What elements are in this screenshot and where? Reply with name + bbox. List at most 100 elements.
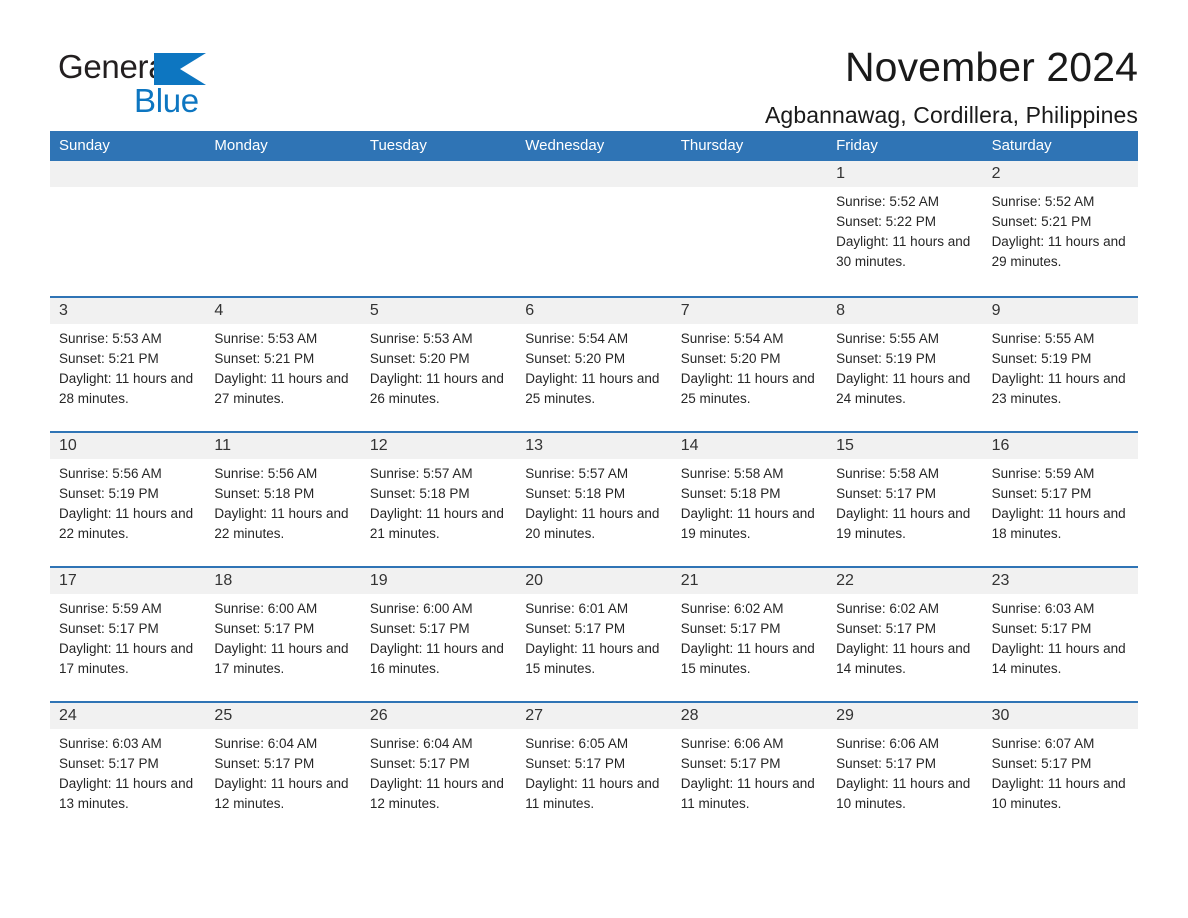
day-number	[516, 161, 672, 187]
calendar-day-cell[interactable]: 19 Sunrise: 6:00 AM Sunset: 5:17 PM Dayligh…	[360, 568, 517, 701]
day-sun-info: Sunrise: 6:03 AM Sunset: 5:17 PM Daylight:…	[992, 599, 1129, 679]
calendar-day-cell[interactable]: 12 Sunrise: 5:57 AM Sunset: 5:18 PM Dayligh…	[360, 433, 517, 566]
calendar-day-cell[interactable]: 26 Sunrise: 6:04 AM Sunset: 5:17 PM Dayligh…	[360, 703, 517, 836]
sunset-text: Sunset: 5:20 PM	[680, 351, 781, 366]
daylight-text: Daylight: 11 hours and 18 minutes.	[991, 506, 1126, 541]
sunset-text: Sunset: 5:17 PM	[836, 486, 936, 501]
calendar-day-cell[interactable]: 22 Sunrise: 6:02 AM Sunset: 5:17 PM Dayligh…	[827, 568, 983, 701]
sunrise-text: Sunrise: 5:53 AM	[214, 331, 318, 346]
day-sun-info: Sunrise: 5:59 AM Sunset: 5:17 PM Daylight:…	[59, 599, 196, 679]
day-sun-info: Sunrise: 5:59 AM Sunset: 5:17 PM Daylight:…	[992, 464, 1129, 544]
calendar-day-cell[interactable]: 23 Sunrise: 6:03 AM Sunset: 5:17 PM Dayligh…	[982, 568, 1138, 701]
sunrise-text: Sunrise: 6:03 AM	[59, 736, 162, 751]
daylight-text: Daylight: 11 hours and 30 minutes.	[836, 234, 971, 269]
day-number: 22	[827, 568, 983, 594]
day-sun-info: Sunrise: 6:05 AM Sunset: 5:17 PM Daylight:…	[525, 734, 662, 814]
daylight-text: Daylight: 11 hours and 25 minutes.	[525, 371, 660, 406]
weekday-header-wednesday: Wednesday	[525, 137, 605, 154]
daylight-text: Daylight: 11 hours and 14 minutes.	[991, 641, 1126, 676]
calendar-day-cell[interactable]: 6 Sunrise: 5:54 AM Sunset: 5:20 PM Daylight…	[516, 298, 672, 431]
day-sun-info: Sunrise: 5:56 AM Sunset: 5:19 PM Daylight:…	[59, 464, 196, 544]
daylight-text: Daylight: 11 hours and 19 minutes.	[680, 506, 815, 541]
calendar-day-cell-empty	[50, 161, 206, 296]
day-number	[360, 161, 517, 187]
sunset-text: Sunset: 5:22 PM	[836, 214, 936, 229]
day-number	[671, 161, 828, 187]
calendar-day-cell[interactable]: 18 Sunrise: 6:00 AM Sunset: 5:17 PM Dayligh…	[205, 568, 361, 701]
day-sun-info: Sunrise: 5:53 AM Sunset: 5:21 PM Daylight:…	[214, 329, 351, 409]
sunset-text: Sunset: 5:17 PM	[836, 756, 936, 771]
day-sun-info: Sunrise: 6:06 AM Sunset: 5:17 PM Daylight:…	[836, 734, 973, 814]
calendar-day-cell[interactable]: 5 Sunrise: 5:53 AM Sunset: 5:20 PM Daylight…	[360, 298, 517, 431]
calendar-week-row: 24 Sunrise: 6:03 AM Sunset: 5:17 PM Dayligh…	[50, 701, 1138, 836]
sunset-text: Sunset: 5:19 PM	[59, 486, 159, 501]
calendar-day-cell[interactable]: 13 Sunrise: 5:57 AM Sunset: 5:18 PM Dayligh…	[516, 433, 672, 566]
daylight-text: Daylight: 11 hours and 11 minutes.	[680, 776, 815, 811]
weekday-header-friday: Friday	[836, 137, 878, 154]
day-sun-info: Sunrise: 6:00 AM Sunset: 5:17 PM Daylight:…	[214, 599, 351, 679]
day-number: 6	[516, 298, 672, 324]
sunset-text: Sunset: 5:18 PM	[214, 486, 315, 501]
calendar-day-cell[interactable]: 27 Sunrise: 6:05 AM Sunset: 5:17 PM Dayligh…	[516, 703, 672, 836]
day-sun-info: Sunrise: 5:55 AM Sunset: 5:19 PM Daylight:…	[836, 329, 973, 409]
day-sun-info: Sunrise: 6:03 AM Sunset: 5:17 PM Daylight:…	[59, 734, 196, 814]
sunrise-text: Sunrise: 6:04 AM	[214, 736, 318, 751]
calendar-day-cell[interactable]: 15 Sunrise: 5:58 AM Sunset: 5:17 PM Dayligh…	[827, 433, 983, 566]
calendar-day-cell[interactable]: 16 Sunrise: 5:59 AM Sunset: 5:17 PM Dayligh…	[982, 433, 1138, 566]
calendar-day-cell[interactable]: 17 Sunrise: 5:59 AM Sunset: 5:17 PM Dayligh…	[50, 568, 206, 701]
sunrise-text: Sunrise: 6:03 AM	[991, 601, 1095, 616]
day-number: 28	[671, 703, 828, 729]
day-number: 17	[50, 568, 206, 594]
calendar-day-cell[interactable]: 30 Sunrise: 6:07 AM Sunset: 5:17 PM Dayligh…	[982, 703, 1138, 836]
weekday-header-tuesday: Tuesday	[369, 137, 427, 154]
sunset-text: Sunset: 5:17 PM	[214, 756, 315, 771]
day-number: 4	[205, 298, 361, 324]
sunrise-text: Sunrise: 5:52 AM	[991, 194, 1095, 209]
day-number: 11	[205, 433, 361, 459]
day-number: 29	[827, 703, 983, 729]
sunset-text: Sunset: 5:17 PM	[680, 621, 781, 636]
day-number: 16	[982, 433, 1138, 459]
day-number: 19	[360, 568, 517, 594]
sunset-text: Sunset: 5:18 PM	[525, 486, 626, 501]
calendar-day-cell[interactable]: 20 Sunrise: 6:01 AM Sunset: 5:17 PM Dayligh…	[516, 568, 672, 701]
day-sun-info: Sunrise: 5:52 AM Sunset: 5:21 PM Daylight:…	[992, 192, 1129, 272]
calendar-day-cell[interactable]: 14 Sunrise: 5:58 AM Sunset: 5:18 PM Dayligh…	[671, 433, 828, 566]
sunset-text: Sunset: 5:19 PM	[991, 351, 1092, 366]
calendar-day-cell-empty	[205, 161, 361, 296]
calendar-day-cell[interactable]: 10 Sunrise: 5:56 AM Sunset: 5:19 PM Dayligh…	[50, 433, 206, 566]
sunrise-text: Sunrise: 6:04 AM	[369, 736, 473, 751]
daylight-text: Daylight: 11 hours and 12 minutes.	[214, 776, 349, 811]
calendar-day-cell[interactable]: 2 Sunrise: 5:52 AM Sunset: 5:21 PM Daylight…	[982, 161, 1138, 296]
calendar-day-cell[interactable]: 29 Sunrise: 6:06 AM Sunset: 5:17 PM Dayligh…	[827, 703, 983, 836]
sunrise-text: Sunrise: 6:02 AM	[680, 601, 784, 616]
sunrise-text: Sunrise: 5:54 AM	[680, 331, 784, 346]
day-number: 3	[50, 298, 206, 324]
calendar-day-cell[interactable]: 8 Sunrise: 5:55 AM Sunset: 5:19 PM Daylight…	[827, 298, 983, 431]
day-sun-info: Sunrise: 5:55 AM Sunset: 5:19 PM Daylight:…	[992, 329, 1129, 409]
calendar-day-cell[interactable]: 4 Sunrise: 5:53 AM Sunset: 5:21 PM Daylight…	[205, 298, 361, 431]
day-sun-info: Sunrise: 5:53 AM Sunset: 5:21 PM Daylight:…	[59, 329, 196, 409]
calendar-day-cell[interactable]: 28 Sunrise: 6:06 AM Sunset: 5:17 PM Dayligh…	[671, 703, 828, 836]
calendar-day-cell[interactable]: 1 Sunrise: 5:52 AM Sunset: 5:22 PM Daylight…	[827, 161, 983, 296]
calendar-week-row: 17 Sunrise: 5:59 AM Sunset: 5:17 PM Dayligh…	[50, 566, 1138, 701]
sunset-text: Sunset: 5:17 PM	[525, 756, 626, 771]
sunset-text: Sunset: 5:18 PM	[369, 486, 470, 501]
day-number: 7	[671, 298, 828, 324]
calendar-day-cell[interactable]: 7 Sunrise: 5:54 AM Sunset: 5:20 PM Daylight…	[671, 298, 828, 431]
calendar-day-cell[interactable]: 25 Sunrise: 6:04 AM Sunset: 5:17 PM Dayligh…	[205, 703, 361, 836]
sunset-text: Sunset: 5:17 PM	[214, 621, 315, 636]
calendar-day-cell-empty	[516, 161, 672, 296]
daylight-text: Daylight: 11 hours and 17 minutes.	[59, 641, 194, 676]
general-blue-logo[interactable]: General Blue	[58, 50, 258, 126]
day-sun-info: Sunrise: 5:58 AM Sunset: 5:17 PM Daylight:…	[836, 464, 973, 544]
calendar-grid: Sunday Monday Tuesday Wednesday Thursday…	[50, 131, 1138, 836]
day-number: 27	[516, 703, 672, 729]
calendar-day-cell[interactable]: 24 Sunrise: 6:03 AM Sunset: 5:17 PM Dayligh…	[50, 703, 206, 836]
calendar-day-cell[interactable]: 9 Sunrise: 5:55 AM Sunset: 5:19 PM Daylight…	[982, 298, 1138, 431]
calendar-day-cell[interactable]: 3 Sunrise: 5:53 AM Sunset: 5:21 PM Daylight…	[50, 298, 206, 431]
calendar-day-cell[interactable]: 21 Sunrise: 6:02 AM Sunset: 5:17 PM Dayligh…	[671, 568, 828, 701]
daylight-text: Daylight: 11 hours and 12 minutes.	[369, 776, 504, 811]
calendar-day-cell[interactable]: 11 Sunrise: 5:56 AM Sunset: 5:18 PM Dayligh…	[205, 433, 361, 566]
sunset-text: Sunset: 5:17 PM	[369, 621, 470, 636]
